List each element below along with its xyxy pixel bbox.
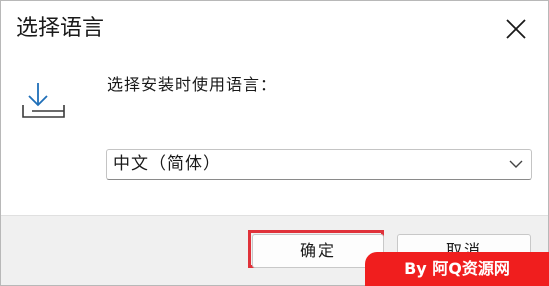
language-prompt: 选择安装时使用语言： <box>107 75 278 94</box>
title-bar: 选择语言 <box>1 1 548 59</box>
language-dialog: 选择语言 选择安装时使用语言： 中文（简体） 确定 取消 <box>0 0 549 286</box>
close-icon <box>506 19 526 39</box>
watermark-badge: By 阿Q资源网 <box>365 252 549 286</box>
close-button[interactable] <box>502 15 530 43</box>
language-select-value: 中文（简体） <box>113 154 221 174</box>
dialog-content: 选择安装时使用语言： 中文（简体） <box>1 59 548 215</box>
chevron-down-icon <box>509 160 523 168</box>
dialog-title: 选择语言 <box>16 16 105 41</box>
language-select[interactable]: 中文（简体） <box>106 149 532 180</box>
install-download-icon <box>22 83 65 118</box>
